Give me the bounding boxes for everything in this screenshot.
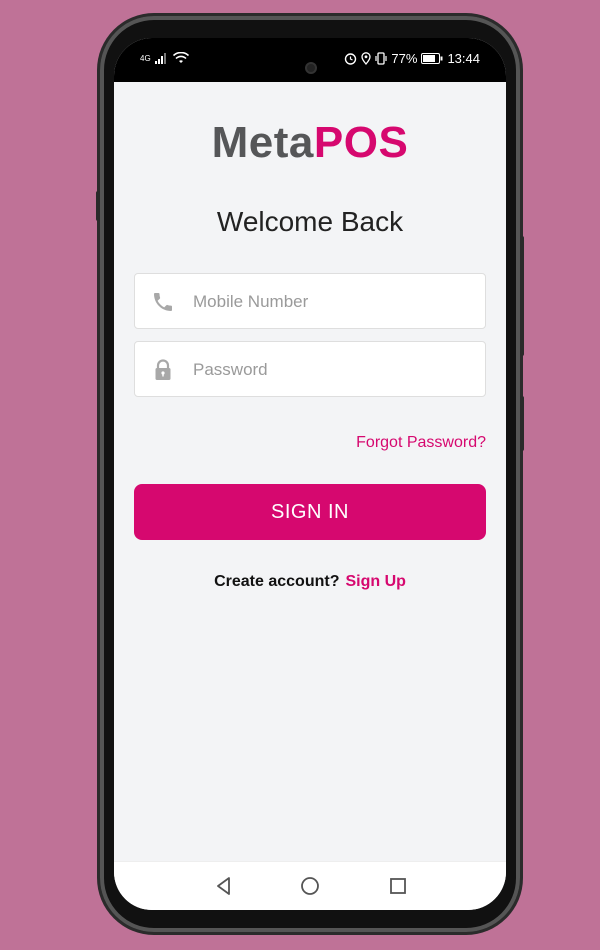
- wifi-icon: [172, 52, 189, 63]
- password-field: [134, 341, 486, 398]
- password-input[interactable]: [191, 342, 475, 398]
- volume-button: [520, 236, 524, 356]
- power-button: [520, 396, 524, 451]
- home-circle-icon[interactable]: [298, 874, 322, 898]
- status-left: 4G: [140, 52, 189, 64]
- location-icon: [361, 52, 372, 65]
- app-screen: 4G 77% 13:44 MetaPOS Welcome Back Mobile…: [114, 38, 506, 910]
- clock: 13:44: [447, 51, 480, 66]
- signal-icon: [154, 53, 166, 64]
- status-bar: 4G 77% 13:44: [114, 38, 506, 82]
- phone-frame: 4G 77% 13:44 MetaPOS Welcome Back Mobile…: [96, 16, 524, 932]
- front-camera: [307, 64, 315, 72]
- create-account-row: Create account? Sign Up: [114, 573, 506, 591]
- sign-in-button[interactable]: SIGN IN: [134, 484, 486, 540]
- side-button-left: [96, 191, 100, 221]
- alarm-icon: [345, 53, 357, 65]
- vibrate-icon: [375, 52, 388, 65]
- mobile-number-input[interactable]: [191, 274, 475, 330]
- forgot-password-link[interactable]: Forgot Password?: [356, 434, 486, 452]
- page-title: Welcome Back: [216, 206, 404, 237]
- android-nav-bar: [114, 861, 506, 910]
- logo-part-pos: POS: [313, 118, 409, 167]
- lock-icon: [155, 359, 171, 380]
- app-logo: MetaPOS: [114, 118, 506, 168]
- create-account-prompt: Create account?: [214, 573, 340, 590]
- battery-percent: 77%: [391, 51, 418, 66]
- phone-icon: [154, 293, 172, 311]
- logo-part-meta: Meta: [211, 118, 314, 167]
- recents-square-icon[interactable]: [386, 874, 410, 898]
- sign-up-link[interactable]: Sign Up: [345, 573, 405, 590]
- mobile-number-field: [134, 273, 486, 330]
- back-triangle-icon[interactable]: [212, 874, 236, 898]
- status-right: 77% 13:44: [344, 51, 480, 66]
- battery-icon: [421, 53, 443, 64]
- network-type: 4G: [140, 53, 151, 63]
